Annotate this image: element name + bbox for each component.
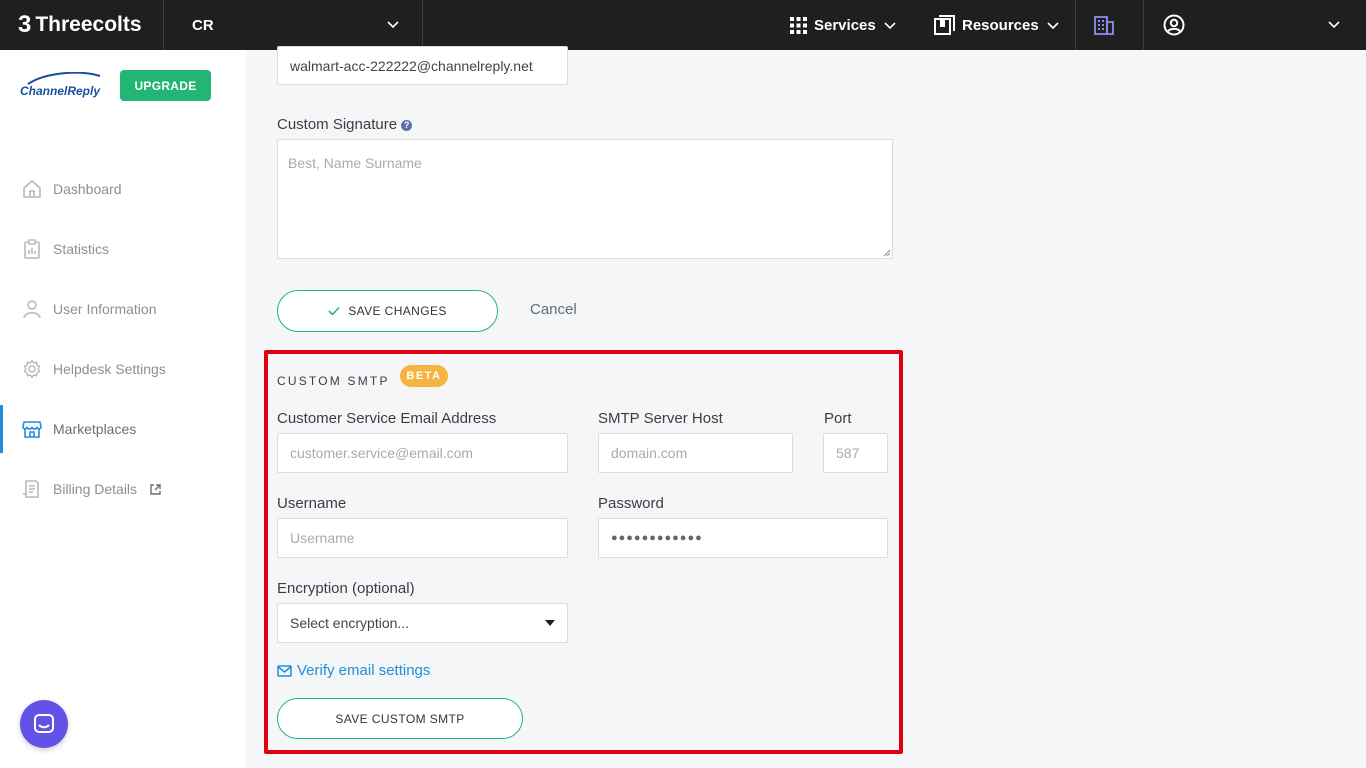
threecolts-mark: 3 [18, 11, 32, 38]
encryption-select[interactable]: Select encryption... [277, 603, 568, 643]
divider [422, 0, 423, 50]
cancel-button[interactable]: Cancel [530, 301, 577, 318]
building-icon [1094, 15, 1114, 35]
receipt-icon [22, 479, 42, 499]
chevron-down-icon [386, 17, 400, 31]
sidebar-item-billing-details[interactable]: Billing Details [0, 465, 246, 513]
resize-handle-icon[interactable] [882, 248, 891, 257]
encryption-selected-value: Select encryption... [290, 615, 410, 631]
services-menu[interactable]: Services [790, 0, 897, 50]
beta-badge: BETA [400, 365, 448, 387]
custom-signature-label: Custom Signature? [277, 116, 413, 133]
user-account-icon[interactable] [1163, 14, 1185, 36]
resources-menu[interactable]: Resources [934, 0, 1060, 50]
book-icon [934, 15, 955, 35]
sidebar-item-label: Helpdesk Settings [53, 361, 166, 377]
channelreply-logo[interactable]: ChannelReply [20, 72, 101, 108]
external-link-icon [150, 483, 161, 495]
save-changes-button[interactable]: SAVE CHANGES [277, 290, 498, 332]
username-input[interactable]: Username [277, 518, 568, 558]
top-navigation-bar: 3 Threecolts CR Services Resources [0, 0, 1366, 50]
grid-icon [790, 16, 807, 34]
dropdown-caret-icon [545, 620, 555, 626]
custom-signature-textarea[interactable]: Best, Name Surname [277, 139, 893, 259]
resources-label: Resources [962, 16, 1039, 34]
verify-label: Verify email settings [297, 662, 431, 679]
logo-text: ChannelReply [20, 84, 101, 98]
chat-icon [33, 713, 55, 735]
help-icon[interactable]: ? [401, 119, 413, 131]
port-input[interactable]: 587 [823, 433, 888, 473]
username-label: Username [277, 495, 347, 512]
smtp-host-label: SMTP Server Host [598, 410, 723, 427]
password-label: Password [598, 495, 664, 512]
threecolts-logo[interactable]: 3 Threecolts [18, 0, 142, 50]
divider [1075, 0, 1076, 50]
sidebar-item-statistics[interactable]: Statistics [0, 225, 246, 273]
sidebar-item-label: Dashboard [53, 181, 122, 197]
encryption-label: Encryption (optional) [277, 580, 415, 597]
services-label: Services [814, 16, 876, 34]
sidebar: ChannelReply UPGRADE Dashboard Statistic… [0, 50, 246, 768]
sidebar-item-label: Marketplaces [53, 421, 137, 437]
signature-placeholder: Best, Name Surname [288, 155, 422, 171]
sidebar-item-user-information[interactable]: User Information [0, 285, 246, 333]
chat-support-button[interactable] [20, 700, 68, 748]
port-label: Port [824, 410, 852, 427]
cs-email-label: Customer Service Email Address [277, 410, 497, 427]
store-icon [22, 419, 42, 439]
sidebar-item-marketplaces[interactable]: Marketplaces [0, 405, 246, 453]
organization-button[interactable] [1094, 0, 1114, 50]
custom-smtp-title: CUSTOM SMTP [277, 374, 390, 388]
sidebar-item-label: User Information [53, 301, 157, 317]
sidebar-item-label: Statistics [53, 241, 110, 257]
home-icon [22, 179, 42, 199]
brand-name: Threecolts [35, 13, 142, 36]
upgrade-button[interactable]: UPGRADE [120, 70, 211, 101]
chevron-down-icon[interactable] [1327, 17, 1341, 31]
sidebar-item-label: Billing Details [53, 481, 138, 497]
save-changes-label: SAVE CHANGES [348, 304, 447, 318]
verify-email-settings-link[interactable]: Verify email settings [277, 662, 430, 679]
custom-signature-label-text: Custom Signature [277, 116, 398, 133]
save-custom-smtp-button[interactable]: SAVE CUSTOM SMTP [277, 698, 523, 739]
clipboard-chart-icon [22, 239, 42, 259]
save-custom-smtp-label: SAVE CUSTOM SMTP [335, 711, 465, 726]
gear-icon [22, 359, 42, 379]
account-selector[interactable]: CR [164, 0, 422, 50]
account-name: CR [192, 16, 214, 34]
password-input[interactable]: ●●●●●●●●●●●● [598, 518, 888, 558]
user-icon [22, 299, 42, 319]
smtp-host-input[interactable]: domain.com [598, 433, 793, 473]
checkmark-icon [328, 306, 340, 316]
chevron-down-icon [883, 18, 897, 32]
cs-email-input[interactable]: customer.service@email.com [277, 433, 568, 473]
divider [1143, 0, 1144, 50]
envelope-icon [277, 664, 292, 677]
sidebar-item-helpdesk-settings[interactable]: Helpdesk Settings [0, 345, 246, 393]
chevron-down-icon [1046, 18, 1060, 32]
sidebar-item-dashboard[interactable]: Dashboard [0, 165, 246, 213]
marketplace-email-field[interactable]: walmart-acc-222222@channelreply.net [277, 46, 568, 85]
